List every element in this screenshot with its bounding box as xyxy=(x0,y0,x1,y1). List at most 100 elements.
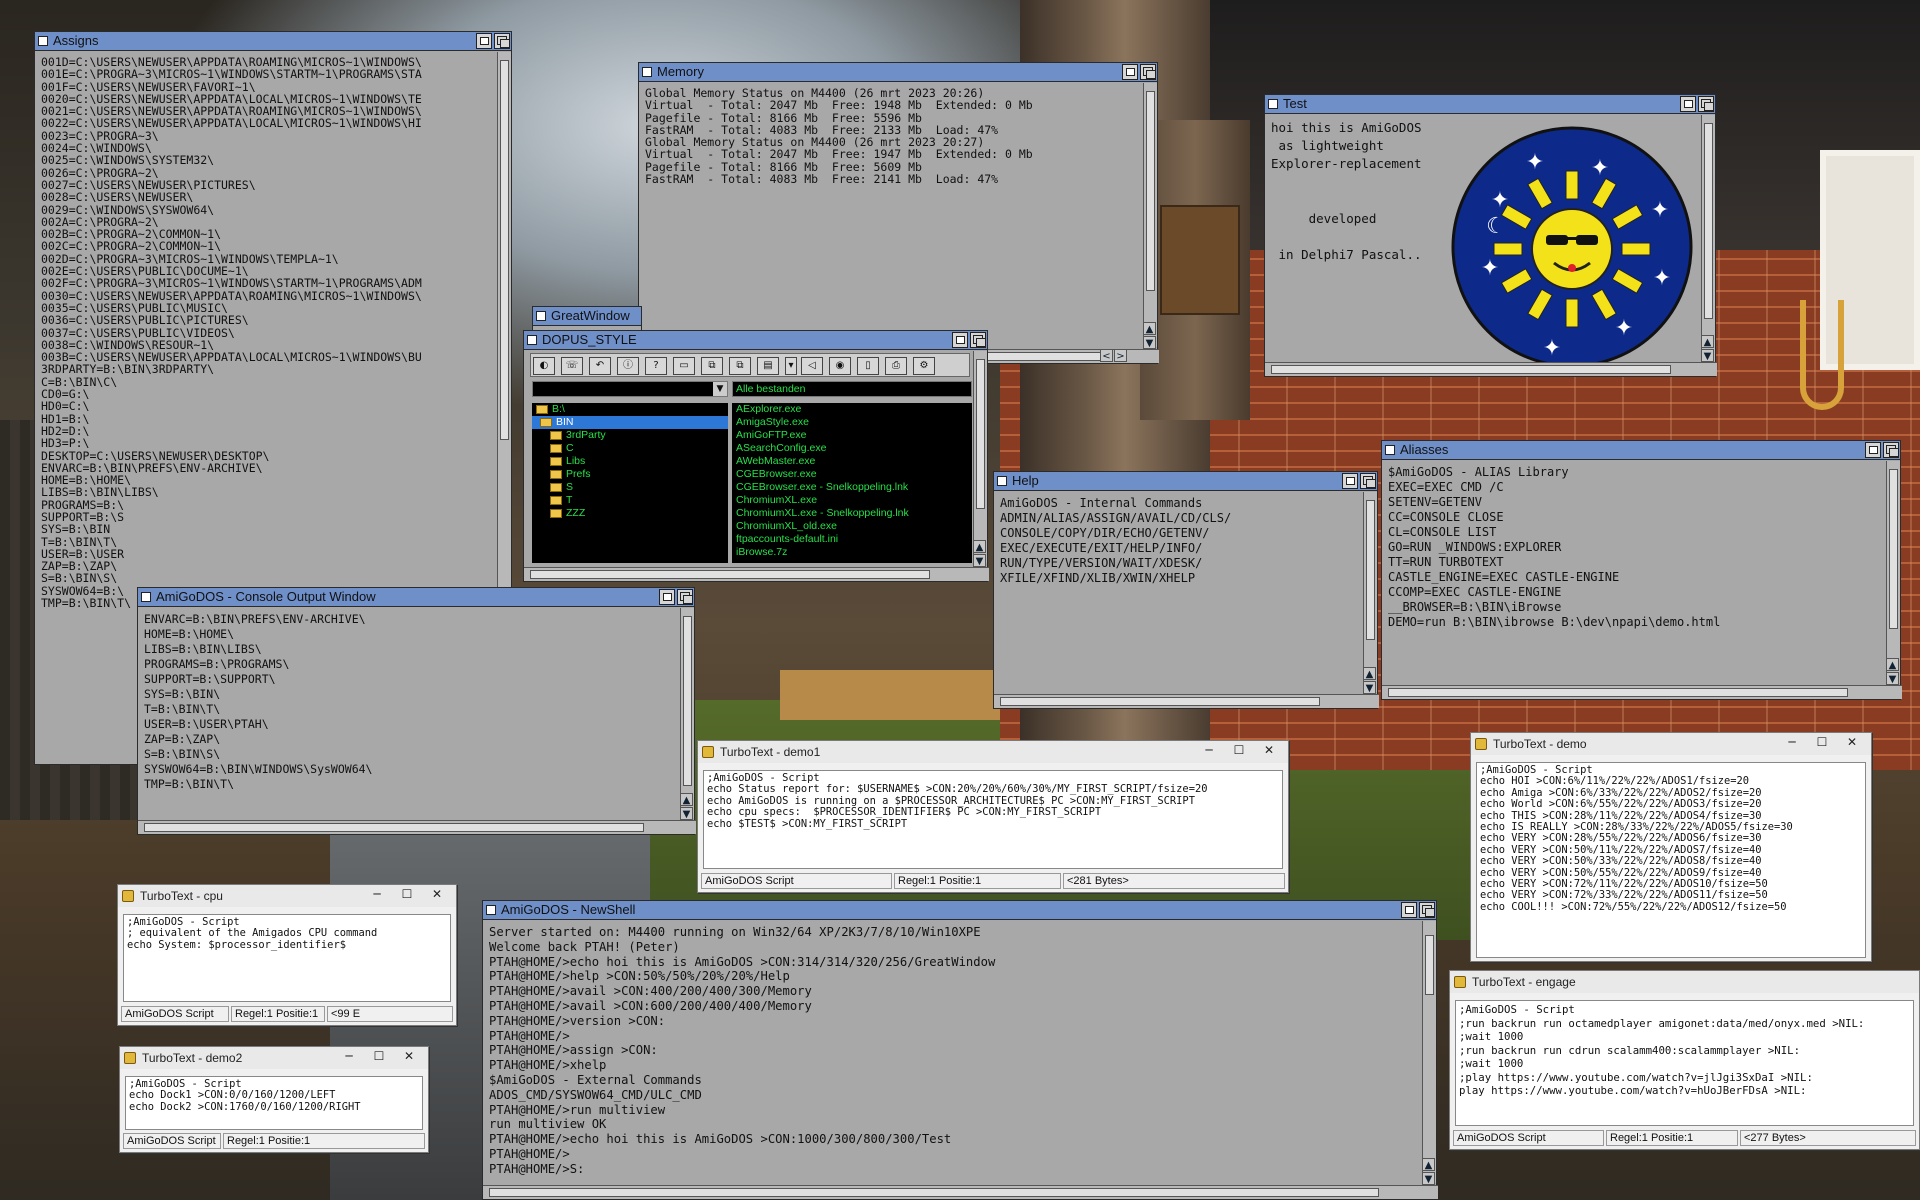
scroll-up-arrow[interactable]: ▲ xyxy=(1886,658,1899,671)
scroll-up-arrow[interactable]: ▲ xyxy=(1701,335,1714,348)
scroll-down-arrow[interactable]: ▼ xyxy=(1701,349,1714,362)
back-button[interactable]: ◐ xyxy=(533,357,555,375)
dopus-left-panel[interactable]: B:\ BIN 3rdParty C Libs Prefs S T ZZZ xyxy=(532,403,728,563)
scroll-up-arrow[interactable]: ▲ xyxy=(1363,667,1376,680)
turbotext-titlebar[interactable]: TurboText - demo ─ ☐ ✕ xyxy=(1471,733,1871,755)
depth-gadget[interactable] xyxy=(970,332,986,348)
move-button[interactable]: ⧉ xyxy=(729,357,751,375)
script-editor[interactable]: ;AmiGoDOS - Script ;run backrun run octam… xyxy=(1455,1000,1914,1126)
file-item[interactable]: ChromiumXL.exe xyxy=(736,494,972,507)
close-gadget[interactable] xyxy=(141,592,151,602)
close-gadget[interactable] xyxy=(997,476,1007,486)
scroll-up-arrow[interactable]: ▲ xyxy=(1143,322,1156,335)
turbotext-demo-window[interactable]: TurboText - demo ─ ☐ ✕ ;AmiGoDOS - Script e… xyxy=(1470,732,1872,962)
test-titlebar[interactable]: Test xyxy=(1265,95,1715,114)
scroll-up-arrow[interactable]: ▲ xyxy=(973,540,986,553)
file-item[interactable]: iBrowse.7z xyxy=(736,546,972,559)
folder-item[interactable]: ZZZ xyxy=(532,507,728,520)
scroll-down-arrow[interactable]: ▼ xyxy=(1886,672,1899,685)
dopus-window[interactable]: DOPUS_STYLE ◐ ☏ ↶ ⓘ ? ▭ ⧉ ⧉ ▤ ▾ ◁ ◉ ▯ ⎙ … xyxy=(523,330,989,582)
dopus-scrollbar[interactable] xyxy=(973,351,987,563)
file-item[interactable]: CGEBrowser.exe - Snelkoppeling.lnk xyxy=(736,481,972,494)
dopus-titlebar[interactable]: DOPUS_STYLE xyxy=(524,331,987,350)
dopus-right-panel[interactable]: AExplorer.exe AmigaStyle.exe AmiGoFTP.exe A… xyxy=(732,403,972,563)
turbotext-titlebar[interactable]: TurboText - cpu ─ ☐ ✕ xyxy=(118,885,456,907)
book-icon[interactable]: ▯ xyxy=(857,357,879,375)
scroll-down-arrow[interactable]: ▼ xyxy=(973,554,986,567)
newshell-hscrollbar[interactable] xyxy=(483,1185,1438,1199)
turbotext-titlebar[interactable]: TurboText - demo1 ─ ☐ ✕ xyxy=(698,741,1288,763)
drive-button[interactable]: ▭ xyxy=(673,357,695,375)
greatwindow-window[interactable]: GreatWindow xyxy=(532,306,642,332)
shell-output[interactable]: Server started on: M4400 running on Win3… xyxy=(489,925,1409,1187)
file-item[interactable]: AmiGoFTP.exe xyxy=(736,429,972,442)
print-icon[interactable]: ⎙ xyxy=(885,357,907,375)
maximize-button[interactable]: ☐ xyxy=(1807,733,1837,753)
script-editor[interactable]: ;AmiGoDOS - Script; equivalent of the Am… xyxy=(123,914,451,1002)
maximize-button[interactable]: ☐ xyxy=(392,885,422,905)
dropdown-button[interactable]: ▾ xyxy=(785,357,797,375)
turbotext-cpu-window[interactable]: TurboText - cpu ─ ☐ ✕ ;AmiGoDOS - Script; … xyxy=(117,884,457,1026)
newshell-titlebar[interactable]: AmiGoDOS - NewShell xyxy=(483,901,1436,920)
copy-button[interactable]: ⧉ xyxy=(701,357,723,375)
info-button[interactable]: ⓘ xyxy=(617,357,639,375)
memory-window[interactable]: Memory Global Memory Status on M4400 (26… xyxy=(638,62,1159,364)
zoom-gadget[interactable] xyxy=(1342,473,1358,489)
depth-gadget[interactable] xyxy=(677,589,693,605)
dopus-path-dropdown[interactable]: ▼ xyxy=(532,381,728,397)
close-button[interactable]: ✕ xyxy=(1837,733,1867,753)
delete-button[interactable]: ▤ xyxy=(757,357,779,375)
zoom-gadget[interactable] xyxy=(476,33,492,49)
folder-item[interactable]: C xyxy=(532,442,728,455)
zoom-gadget[interactable] xyxy=(1122,64,1138,80)
depth-gadget[interactable] xyxy=(1698,96,1714,112)
help-titlebar[interactable]: Help xyxy=(994,472,1377,491)
folder-item[interactable]: Libs xyxy=(532,455,728,468)
help-scrollbar[interactable] xyxy=(1363,492,1377,692)
close-button[interactable]: ✕ xyxy=(1254,741,1284,761)
newshell-window[interactable]: AmiGoDOS - NewShell Server started on: M… xyxy=(482,900,1438,1200)
scroll-down-arrow[interactable]: ▼ xyxy=(1143,336,1156,349)
undo-button[interactable]: ↶ xyxy=(589,357,611,375)
depth-gadget[interactable] xyxy=(494,33,510,49)
file-item[interactable]: CGEBrowser.exe xyxy=(736,468,972,481)
scroll-down-arrow[interactable]: ▼ xyxy=(1422,1172,1435,1185)
console-hscrollbar[interactable] xyxy=(138,820,696,834)
script-editor[interactable]: ;AmiGoDOS - Script echo Status report for… xyxy=(703,770,1283,869)
dopus-hscrollbar[interactable] xyxy=(524,567,989,581)
close-gadget[interactable] xyxy=(38,36,48,46)
assigns-titlebar[interactable]: Assigns xyxy=(35,32,511,51)
close-gadget[interactable] xyxy=(1268,99,1278,109)
turbotext-demo2-window[interactable]: TurboText - demo2 ─ ☐ ✕ ;AmiGoDOS - Script… xyxy=(119,1046,429,1153)
scroll-right-arrow[interactable]: > xyxy=(1114,349,1127,362)
zoom-gadget[interactable] xyxy=(1680,96,1696,112)
folder-item[interactable]: B:\ xyxy=(532,403,728,416)
eye-icon[interactable]: ◉ xyxy=(829,357,851,375)
depth-gadget[interactable] xyxy=(1883,442,1899,458)
turbotext-titlebar[interactable]: TurboText - engage xyxy=(1450,971,1919,993)
scroll-down-arrow[interactable]: ▼ xyxy=(680,807,693,820)
turbotext-engage-window[interactable]: TurboText - engage ;AmiGoDOS - Script ;ru… xyxy=(1449,970,1920,1150)
close-gadget[interactable] xyxy=(642,67,652,77)
greatwindow-titlebar[interactable]: GreatWindow xyxy=(533,307,641,326)
file-item[interactable]: ChromiumXL_old.exe xyxy=(736,520,972,533)
maximize-button[interactable]: ☐ xyxy=(1224,741,1254,761)
close-gadget[interactable] xyxy=(536,311,546,321)
close-gadget[interactable] xyxy=(527,335,537,345)
zoom-gadget[interactable] xyxy=(952,332,968,348)
test-window[interactable]: Test hoi this is AmiGoDOS as lightweight… xyxy=(1264,94,1717,377)
close-gadget[interactable] xyxy=(1385,445,1395,455)
console-scrollbar[interactable] xyxy=(680,608,694,818)
script-editor[interactable]: ;AmiGoDOS - Script echo Dock1 >CON:0/0/16… xyxy=(125,1076,423,1130)
help-hscrollbar[interactable] xyxy=(994,694,1379,708)
folder-item[interactable]: S xyxy=(532,481,728,494)
scroll-up-arrow[interactable]: ▲ xyxy=(680,793,693,806)
file-item[interactable]: AWebMaster.exe xyxy=(736,455,972,468)
zoom-gadget[interactable] xyxy=(1401,902,1417,918)
memory-scrollbar[interactable] xyxy=(1143,83,1157,347)
minimize-button[interactable]: ─ xyxy=(362,885,392,905)
depth-gadget[interactable] xyxy=(1360,473,1376,489)
maximize-button[interactable]: ☐ xyxy=(364,1047,394,1067)
zoom-gadget[interactable] xyxy=(1865,442,1881,458)
console-window[interactable]: AmiGoDOS - Console Output Window ENVARC=… xyxy=(137,587,696,835)
